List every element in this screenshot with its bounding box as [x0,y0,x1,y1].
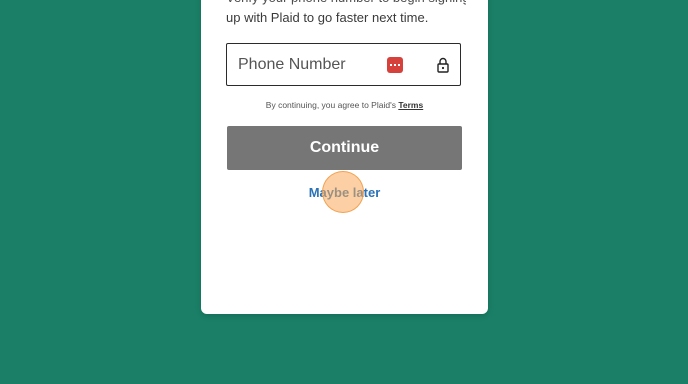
terms-link[interactable]: Terms [398,100,423,110]
phone-number-input[interactable] [238,44,378,85]
continue-button[interactable]: Continue [227,126,462,170]
intro-line-1: Verify your phone number to begin signin… [226,0,466,8]
password-manager-icon[interactable] [387,57,403,73]
plaid-modal: Verify your phone number to begin signin… [201,0,488,314]
intro-line-2: up with Plaid to go faster next time. [226,10,429,25]
lock-icon [437,57,449,73]
consent-text: By continuing, you agree to Plaid's Term… [201,100,488,110]
phone-number-field[interactable] [226,43,461,86]
maybe-later-link[interactable]: Maybe later [201,185,488,200]
consent-label: By continuing, you agree to Plaid's [265,100,399,110]
intro-text: Verify your phone number to begin signin… [226,0,466,28]
